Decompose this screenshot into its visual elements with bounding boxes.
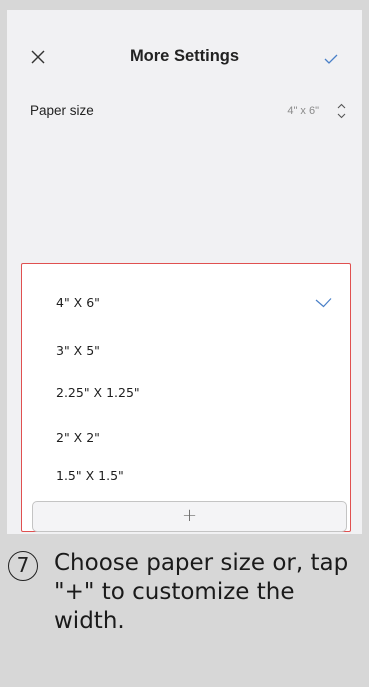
paper-option-4x6[interactable]: 4" X 6" [56,295,100,310]
paper-size-value: 4" x 6" [287,105,319,117]
page-title: More Settings [129,47,240,65]
add-custom-size-button[interactable]: + [32,501,347,532]
top-bar: More Settings [7,10,362,90]
phone-screen: More Settings Paper size 4" x 6" 4" X 6"… [7,10,362,534]
paper-size-label: Paper size [30,103,94,118]
paper-option-3x5[interactable]: 3" X 5" [56,343,100,358]
step-number-badge: 7 [8,551,38,581]
paper-size-picker: 4" X 6" 3" X 5" 2.25" X 1.25" 2" X 2" 1.… [21,263,351,532]
paper-size-row[interactable]: Paper size 4" x 6" [7,95,362,125]
paper-option-2x2[interactable]: 2" X 2" [56,430,100,445]
paper-option-2.25x1.25[interactable]: 2.25" X 1.25" [56,385,140,400]
checkmark-icon [324,54,338,64]
plus-icon: + [181,505,198,526]
paper-option-1.5x1.5[interactable]: 1.5" X 1.5" [56,468,124,483]
selected-checkmark-icon [315,298,332,308]
confirm-button[interactable] [323,52,339,64]
instruction-text: Choose paper size or, tap "+" to customi… [54,550,349,634]
up-down-chevron-icon[interactable] [336,102,347,120]
